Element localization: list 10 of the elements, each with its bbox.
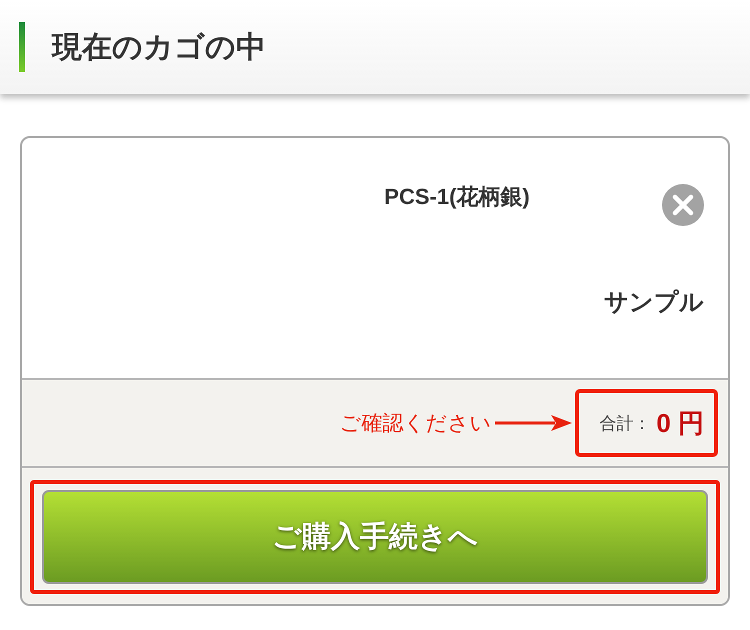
product-name: PCS-1(花柄銀) [383,183,531,211]
remove-button[interactable] [662,184,704,226]
page-title: 現在のカゴの中 [52,30,266,66]
accent-bar [19,22,25,72]
product-variant: サンプル [604,288,704,318]
checkout-button[interactable]: ご購入手続きへ [42,490,708,584]
annotation-text: ご確認ください [339,411,492,437]
total-label: 合計： [599,412,650,434]
total-amount: 0 円 [656,406,704,440]
close-icon [662,184,704,226]
